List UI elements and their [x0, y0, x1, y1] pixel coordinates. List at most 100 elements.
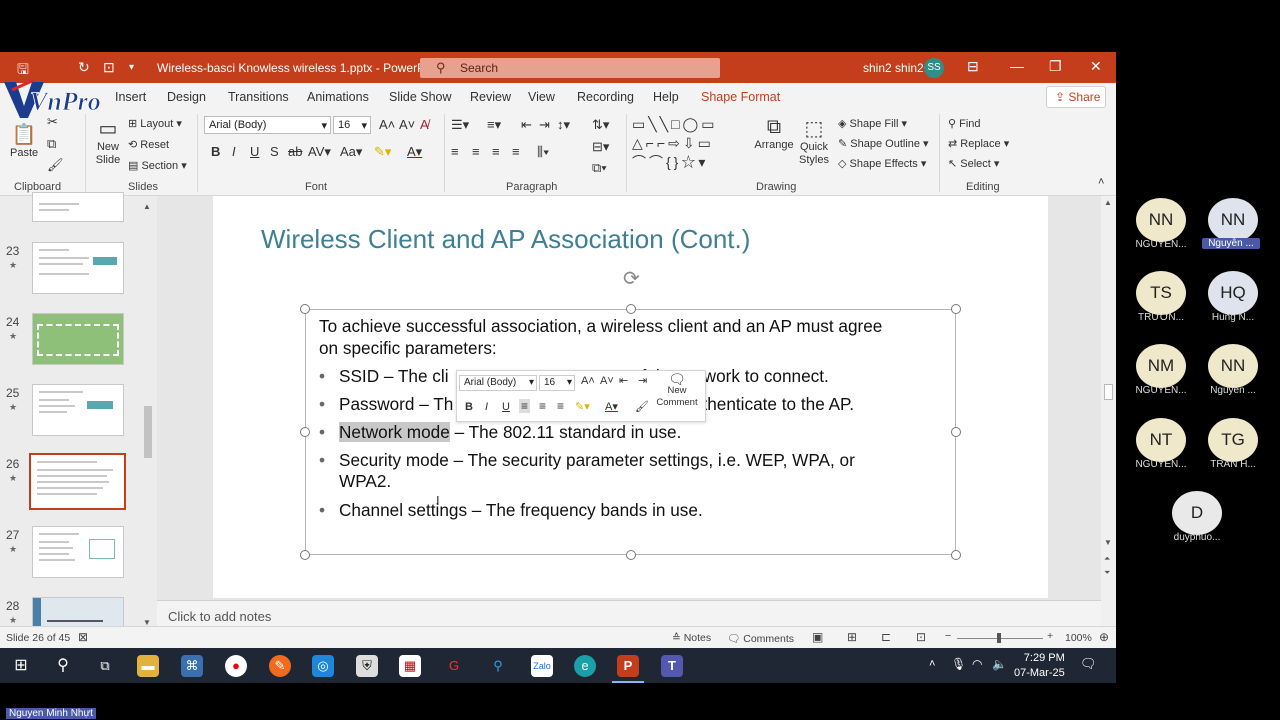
scrollbar-thumb[interactable] — [1104, 384, 1113, 400]
search-box[interactable]: ⚲ Search — [420, 58, 720, 78]
tab-help[interactable]: Help — [653, 90, 679, 104]
tab-animations[interactable]: Animations — [307, 90, 369, 104]
line-spacing-icon[interactable]: ↕▾ — [557, 117, 570, 133]
file-explorer-icon[interactable]: ▬ — [137, 655, 159, 677]
resize-handle[interactable] — [626, 304, 636, 314]
collapse-ribbon-icon[interactable]: ˄ — [1098, 176, 1104, 188]
resize-handle[interactable] — [951, 427, 961, 437]
copy-icon[interactable]: ⧉ — [47, 136, 56, 152]
reset-button[interactable]: ⟲ Reset — [128, 138, 169, 151]
text-direction-icon[interactable]: ⇅▾ — [592, 117, 609, 133]
increase-font-icon[interactable]: A˄ — [379, 117, 395, 132]
resize-handle[interactable] — [626, 550, 636, 560]
zoom-out-icon[interactable]: − — [945, 630, 951, 642]
replace-button[interactable]: ⇄ Replace ▾ — [948, 137, 1009, 150]
shape-fill-button[interactable]: ◈ Shape Fill ▾ — [838, 117, 907, 130]
notification-icon[interactable]: 🗨 — [1080, 656, 1097, 672]
close-icon[interactable]: ✕ — [1090, 58, 1102, 75]
bold-icon[interactable]: B — [465, 401, 473, 413]
align-right-icon[interactable]: ≡ — [557, 399, 564, 413]
reading-view-icon[interactable]: ⊏ — [881, 630, 891, 644]
slide-thumbnail[interactable] — [32, 526, 124, 578]
change-case-icon[interactable]: Aa▾ — [340, 144, 362, 160]
avatar[interactable]: NT — [1136, 418, 1186, 462]
layout-button[interactable]: ⊞ Layout ▾ — [128, 117, 182, 130]
zalo-icon[interactable]: Zalo — [531, 655, 553, 677]
slide-thumbnail[interactable] — [32, 242, 124, 294]
slide-thumbnail-selected[interactable] — [29, 453, 126, 510]
format-painter-icon[interactable]: 🖌 — [635, 400, 649, 413]
tab-review[interactable]: Review — [470, 90, 511, 104]
decrease-indent-icon[interactable]: ⇤ — [521, 117, 532, 133]
shapes-gallery[interactable]: ▭╲╲□◯▭ △⌐⌐⇨⇩▭ ⌒⌒{}☆▾ — [632, 115, 750, 173]
mini-size-combo[interactable]: 16 ▾ — [539, 375, 575, 391]
notes-toggle[interactable]: ≙ Notes — [672, 632, 711, 644]
avatar[interactable]: NN — [1136, 198, 1186, 242]
align-center-icon[interactable]: ≡ — [472, 144, 480, 159]
scrollbar-thumb[interactable] — [144, 406, 152, 458]
bold-icon[interactable]: B — [211, 144, 220, 159]
user-name[interactable]: shin2 shin2 — [863, 61, 924, 75]
resize-handle[interactable] — [300, 550, 310, 560]
resize-handle[interactable] — [951, 550, 961, 560]
font-size-combo[interactable]: 16 ▾ — [333, 116, 371, 134]
microphone-icon[interactable]: 🎙 — [951, 657, 966, 671]
network-app-icon[interactable]: ⌘ — [181, 655, 203, 677]
highlight-icon[interactable]: ✎▾ — [374, 144, 391, 160]
slide-thumbnail[interactable] — [32, 192, 124, 222]
powerpoint-icon[interactable]: P — [617, 655, 639, 677]
record-icon[interactable]: ● — [225, 655, 247, 677]
ribbon-display-icon[interactable]: ⊟ — [967, 58, 979, 75]
slide-thumbnail[interactable] — [32, 384, 124, 436]
edge-icon[interactable]: e — [574, 655, 596, 677]
font-name-combo[interactable]: Arial (Body) ▾ — [204, 116, 331, 134]
shape-effects-button[interactable]: ◇ Shape Effects ▾ — [838, 157, 926, 170]
quick-styles-button[interactable]: ⬚ Quick Styles — [796, 116, 832, 167]
avatar[interactable]: D — [1172, 491, 1222, 535]
zoom-level[interactable]: 100% — [1065, 632, 1092, 644]
new-comment-button[interactable]: 🗨 New Comment — [655, 372, 699, 409]
decrease-font-icon[interactable]: A˅ — [600, 375, 614, 387]
slide-title[interactable]: Wireless Client and AP Association (Cont… — [261, 224, 750, 255]
previous-slide-icon[interactable]: ⏶ — [1104, 554, 1110, 564]
teams-icon[interactable]: T — [661, 655, 683, 677]
resize-handle[interactable] — [300, 427, 310, 437]
resize-handle[interactable] — [300, 304, 310, 314]
thumbnail-scrollbar[interactable]: ▲ ▼ — [141, 200, 155, 644]
search-app-icon[interactable]: ⚲ — [487, 655, 509, 677]
mini-font-combo[interactable]: Arial (Body) ▾ — [459, 375, 537, 391]
increase-indent-icon[interactable]: ⇥ — [638, 374, 647, 387]
normal-view-icon[interactable]: ▣ — [812, 630, 823, 644]
increase-font-icon[interactable]: A˄ — [581, 375, 595, 387]
chevron-up-icon[interactable]: ˄ — [929, 658, 935, 670]
redo-icon[interactable]: ↻ — [78, 59, 90, 76]
zoom-slider-thumb[interactable] — [997, 633, 1001, 643]
new-slide-button[interactable]: ▭ New Slide — [91, 116, 125, 167]
shadow-icon[interactable]: S — [270, 144, 279, 159]
search-icon[interactable]: ⚲ — [52, 655, 74, 677]
zoom-in-icon[interactable]: + — [1047, 630, 1053, 642]
tab-view[interactable]: View — [528, 90, 555, 104]
resize-handle[interactable] — [951, 304, 961, 314]
tab-shape-format[interactable]: Shape Format — [701, 90, 780, 104]
pdf-app-icon[interactable]: G — [443, 655, 465, 677]
volume-icon[interactable]: 🔈 — [992, 657, 1007, 671]
section-button[interactable]: ▤ Section ▾ — [128, 159, 187, 172]
align-right-icon[interactable]: ≡ — [492, 144, 500, 159]
find-button[interactable]: ⚲ Find — [948, 117, 981, 130]
highlight-icon[interactable]: ✎▾ — [575, 400, 590, 413]
align-left-icon[interactable]: ≡ — [519, 399, 531, 413]
rotate-handle-icon[interactable]: ⟳ — [623, 266, 640, 291]
share-button[interactable]: ⇪ Share — [1046, 86, 1106, 108]
numbering-icon[interactable]: ≡▾ — [487, 117, 501, 133]
wifi-icon[interactable]: ◠ — [972, 657, 982, 671]
windows-start-icon[interactable]: ⊞ — [10, 655, 32, 677]
fit-to-window-icon[interactable]: ⊕ — [1099, 630, 1109, 644]
comments-toggle[interactable]: 🗨 Comments — [727, 632, 794, 645]
slide-scrollbar[interactable]: ▲ ▼ ⏶ ⏷ — [1101, 196, 1116, 644]
align-text-icon[interactable]: ⊟▾ — [592, 139, 609, 155]
slide-sorter-icon[interactable]: ⊞ — [847, 630, 857, 644]
remote-app-icon[interactable]: ◎ — [312, 655, 334, 677]
avatar[interactable]: HQ — [1208, 271, 1258, 315]
avatar[interactable]: NM — [1136, 344, 1186, 388]
